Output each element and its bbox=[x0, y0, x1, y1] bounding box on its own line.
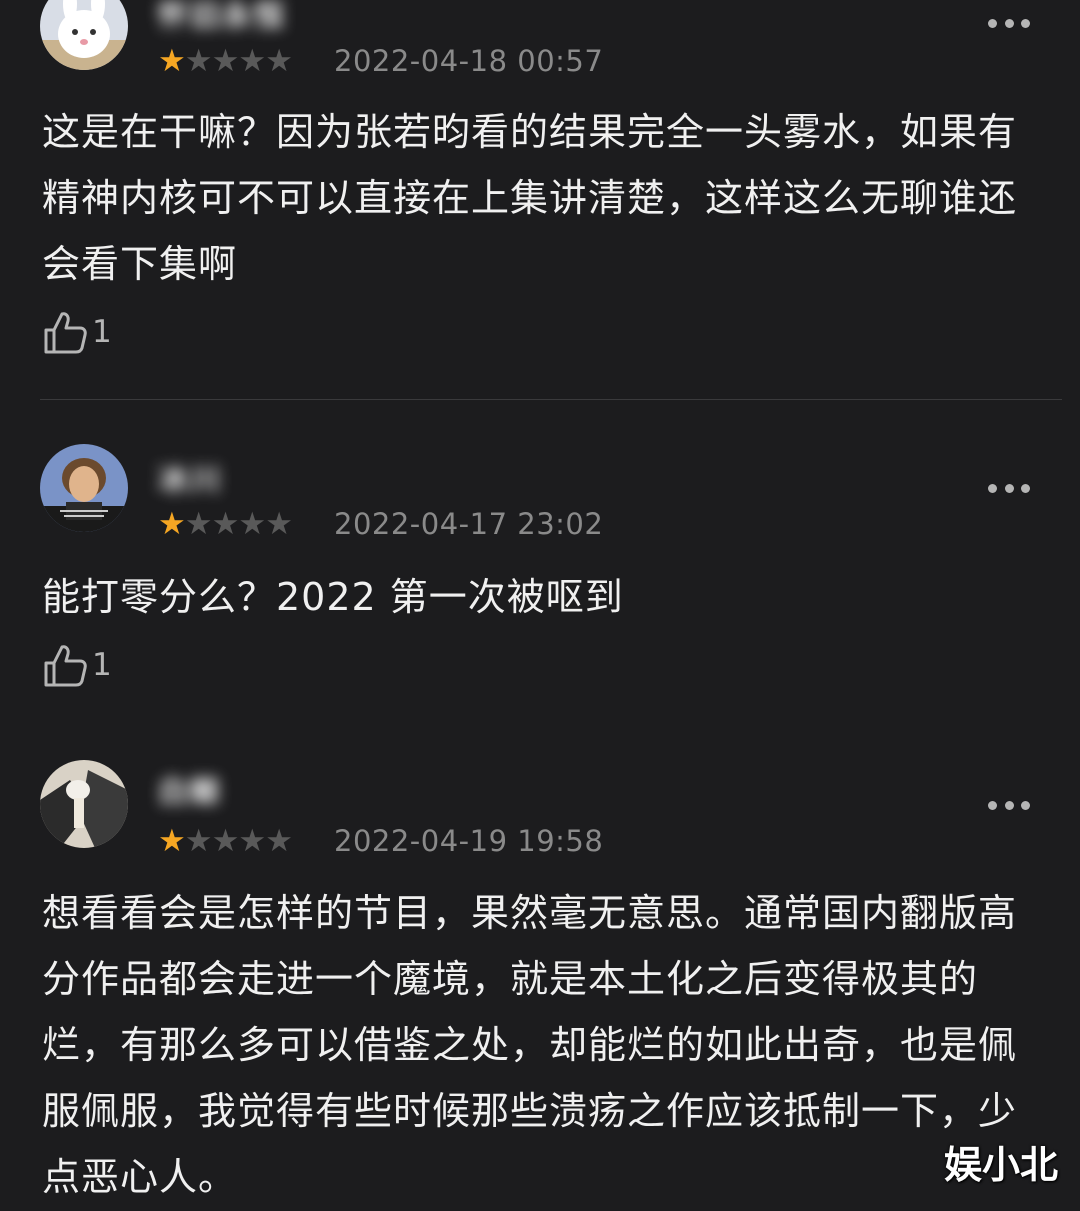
more-options-button[interactable] bbox=[988, 798, 1030, 812]
review-content: 想看看会是怎样的节目，果然毫无意思。通常国内翻版高分作品都会走进一个魔境，就是本… bbox=[42, 891, 1018, 1199]
star-icon: ★ bbox=[211, 823, 240, 859]
thumbs-up-icon bbox=[44, 645, 87, 687]
username[interactable]: 怀旧永恒 bbox=[158, 0, 286, 34]
photo-avatar-icon[interactable] bbox=[40, 760, 128, 848]
like-button[interactable]: 1 bbox=[42, 308, 112, 356]
star-icon: ★ bbox=[211, 506, 240, 542]
more-dot bbox=[1004, 483, 1014, 493]
thumbs-up-icon bbox=[44, 312, 87, 354]
like-button[interactable]: 1 bbox=[42, 641, 112, 689]
star-icon: ★ bbox=[184, 823, 213, 859]
more-dot bbox=[1004, 800, 1014, 810]
username[interactable]: 冰川 bbox=[158, 464, 222, 498]
more-dot bbox=[1021, 483, 1030, 493]
star-icon: ★ bbox=[265, 43, 293, 79]
rating-stars: ★ ★ ★ ★ ★ bbox=[158, 506, 293, 542]
watermark: 娱小北 bbox=[943, 1143, 1058, 1187]
star-icon: ★ bbox=[158, 506, 186, 542]
like-count: 1 bbox=[92, 647, 112, 683]
star-icon: ★ bbox=[238, 43, 266, 79]
star-icon: ★ bbox=[184, 506, 213, 542]
more-dots-icon bbox=[988, 483, 997, 493]
like-count: 1 bbox=[92, 314, 112, 350]
username[interactable]: 白鲸 bbox=[158, 776, 222, 810]
star-icon: ★ bbox=[238, 823, 266, 859]
rating-stars: ★ ★ ★ ★ ★ bbox=[158, 823, 293, 859]
more-options-button[interactable] bbox=[988, 481, 1030, 495]
star-icon: ★ bbox=[158, 823, 186, 859]
more-options-button[interactable] bbox=[988, 16, 1030, 30]
more-dot bbox=[1021, 800, 1030, 810]
more-dots-icon bbox=[988, 18, 997, 28]
star-icon: ★ bbox=[184, 43, 213, 79]
star-icon: ★ bbox=[265, 506, 293, 542]
more-dot bbox=[1004, 18, 1014, 28]
review-content: 能打零分么？2022 第一次被呕到 bbox=[42, 575, 624, 619]
more-dot bbox=[1021, 18, 1030, 28]
more-dots-icon bbox=[988, 800, 997, 810]
star-icon: ★ bbox=[265, 823, 293, 859]
divider bbox=[40, 399, 1062, 400]
bunny-avatar-icon[interactable] bbox=[40, 0, 128, 70]
review-date: 2022-04-17 23:02 bbox=[334, 507, 604, 541]
review-content: 这是在干嘛？因为张若昀看的结果完全一头雾水，如果有精神内核可不可以直接在上集讲清… bbox=[42, 110, 1018, 286]
star-icon: ★ bbox=[158, 43, 186, 79]
rating-stars: ★ ★ ★ ★ ★ bbox=[158, 43, 293, 79]
star-icon: ★ bbox=[238, 506, 266, 542]
portrait-avatar-icon[interactable] bbox=[40, 444, 128, 532]
star-icon: ★ bbox=[211, 43, 240, 79]
review-date: 2022-04-19 19:58 bbox=[334, 824, 604, 858]
review-date: 2022-04-18 00:57 bbox=[334, 44, 604, 78]
